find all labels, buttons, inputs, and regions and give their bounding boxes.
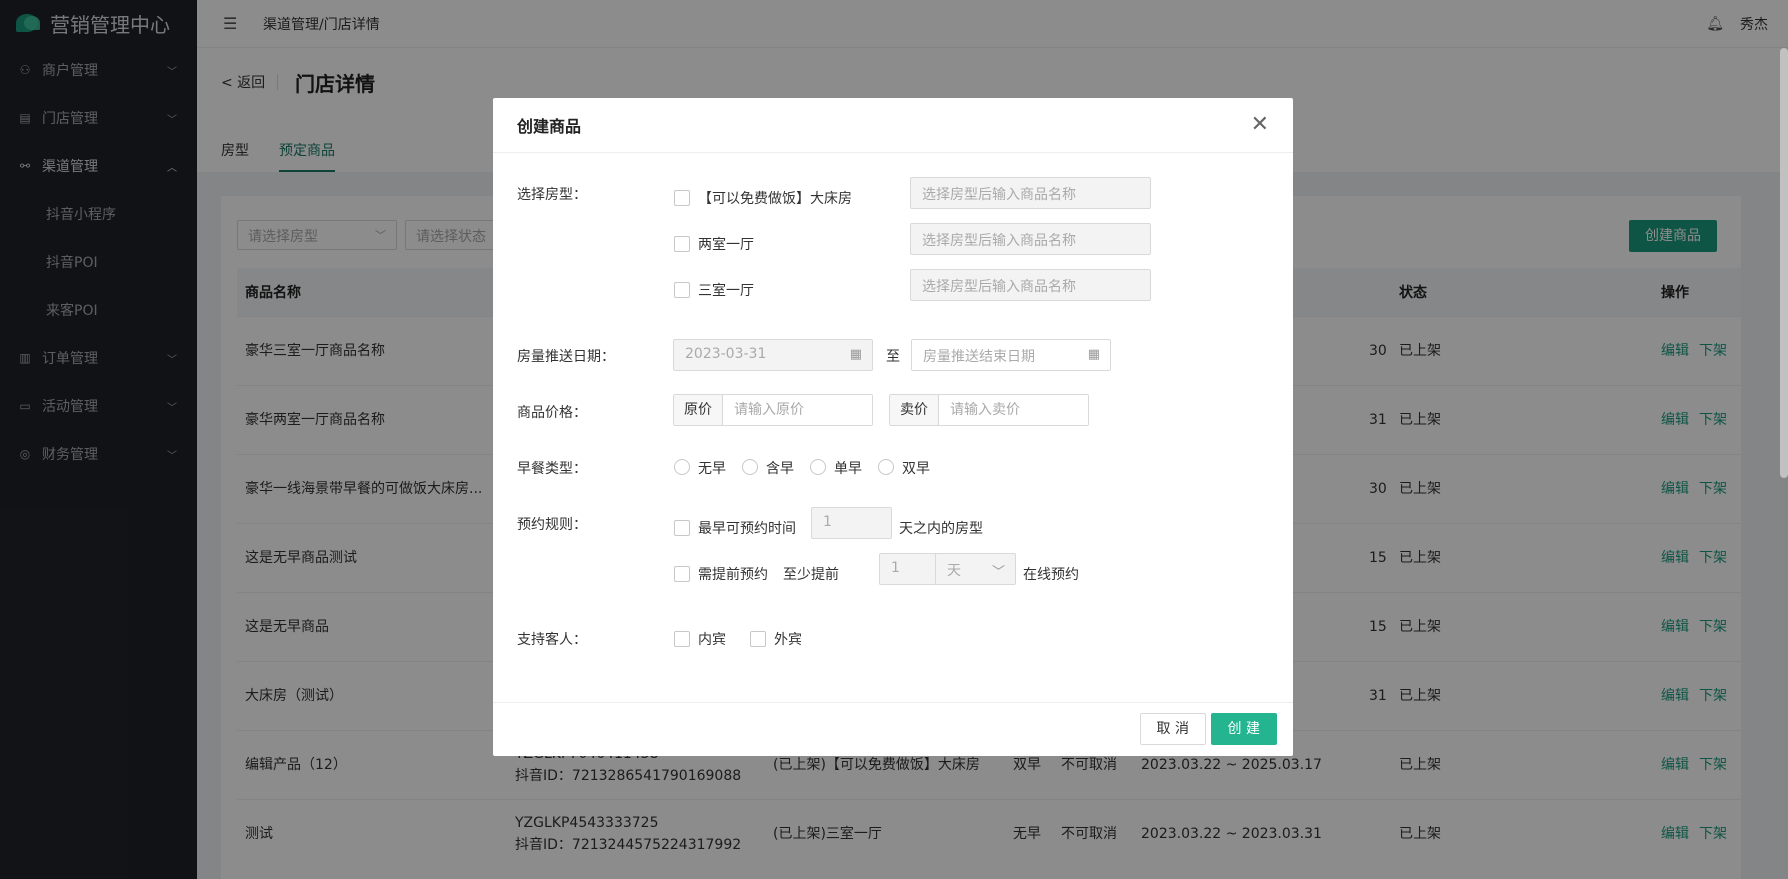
radio-breakfast-double[interactable]	[878, 459, 894, 475]
create-product-modal: 创建商品 ✕ 选择房型： 【可以免费做饭】大床房 选择房型后输入商品名称 两室一…	[493, 98, 1293, 756]
earliest-days-input[interactable]: 1	[811, 507, 892, 539]
sale-price-addon: 卖价	[890, 395, 939, 425]
room-name-input-3[interactable]: 选择房型后输入商品名称	[910, 269, 1151, 301]
modal-title: 创建商品	[517, 117, 582, 136]
label-guests: 支持客人：	[517, 632, 587, 648]
calendar-icon: ▦	[849, 347, 862, 362]
radio-breakfast-included[interactable]	[742, 459, 758, 475]
checkbox-room-type-3[interactable]	[674, 282, 690, 298]
checkbox-guest-foreign[interactable]	[750, 631, 766, 647]
label-breakfast: 早餐类型：	[517, 461, 587, 477]
label-room-type: 选择房型：	[517, 187, 587, 203]
checkbox-guest-domestic[interactable]	[674, 631, 690, 647]
modal-footer: 取 消 创 建	[493, 702, 1293, 756]
checkbox-room-type-2[interactable]	[674, 236, 690, 252]
radio-breakfast-none[interactable]	[674, 459, 690, 475]
create-button[interactable]: 创 建	[1210, 713, 1277, 745]
close-icon[interactable]: ✕	[1251, 114, 1269, 136]
original-price-addon: 原价	[674, 395, 723, 425]
checkbox-room-type-1[interactable]	[674, 190, 690, 206]
scrollbar[interactable]	[1780, 48, 1788, 478]
calendar-icon: ▦	[1087, 347, 1100, 362]
room-type-label: 三室一厅	[698, 283, 754, 299]
checkbox-earliest-booking[interactable]	[674, 520, 690, 536]
sale-price-input[interactable]: 卖价 请输入卖价	[889, 394, 1089, 426]
push-end-date-input[interactable]: 房量推送结束日期 ▦	[911, 339, 1111, 371]
date-range-separator: 至	[886, 349, 900, 365]
checkbox-advance-booking[interactable]	[674, 566, 690, 582]
cancel-button[interactable]: 取 消	[1139, 713, 1206, 745]
radio-breakfast-single[interactable]	[810, 459, 826, 475]
room-type-label: 【可以免费做饭】大床房	[698, 191, 852, 207]
label-push-date: 房量推送日期：	[517, 349, 615, 365]
label-price: 商品价格：	[517, 405, 587, 421]
room-name-input-1[interactable]: 选择房型后输入商品名称	[910, 177, 1151, 209]
room-name-input-2[interactable]: 选择房型后输入商品名称	[910, 223, 1151, 255]
push-start-date-input[interactable]: 2023-03-31 ▦	[673, 339, 873, 371]
modal-header: 创建商品 ✕	[493, 98, 1293, 153]
room-type-label: 两室一厅	[698, 237, 754, 253]
chevron-down-icon: ﹀	[991, 565, 1005, 580]
original-price-input[interactable]: 原价 请输入原价	[673, 394, 873, 426]
advance-unit-select[interactable]: 天 ﹀	[935, 553, 1016, 585]
label-rules: 预约规则：	[517, 517, 587, 533]
